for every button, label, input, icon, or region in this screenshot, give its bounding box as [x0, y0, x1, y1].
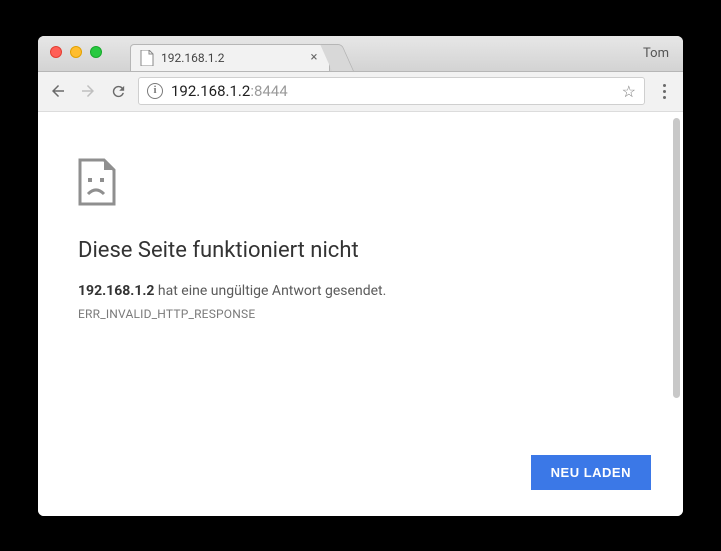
page-viewport: Diese Seite funktioniert nicht 192.168.1… — [38, 112, 683, 516]
minimize-window-button[interactable] — [70, 46, 82, 58]
window-controls — [50, 46, 102, 58]
zoom-window-button[interactable] — [90, 46, 102, 58]
url-host: 192.168.1.2 — [171, 82, 250, 100]
tab-title: 192.168.1.2 — [161, 51, 301, 65]
forward-button — [78, 81, 98, 101]
close-window-button[interactable] — [50, 46, 62, 58]
tab-strip: 192.168.1.2 × — [130, 36, 348, 71]
error-message: 192.168.1.2 hat eine ungültige Antwort g… — [78, 283, 643, 299]
error-code: ERR_INVALID_HTTP_RESPONSE — [78, 307, 643, 321]
site-info-icon[interactable]: i — [147, 83, 163, 99]
back-button[interactable] — [48, 81, 68, 101]
reload-button[interactable] — [108, 81, 128, 101]
titlebar: Tom 192.168.1.2 × — [38, 36, 683, 72]
close-tab-icon[interactable]: × — [307, 51, 321, 65]
address-bar[interactable]: i 192.168.1.2:8444 ☆ — [138, 77, 645, 105]
url-text: 192.168.1.2:8444 — [171, 82, 614, 100]
chrome-menu-icon[interactable] — [655, 81, 673, 101]
url-port: :8444 — [250, 82, 287, 100]
error-page: Diese Seite funktioniert nicht 192.168.1… — [38, 112, 683, 321]
vertical-scrollbar[interactable] — [673, 118, 680, 398]
browser-window: Tom 192.168.1.2 × — [38, 36, 683, 516]
profile-name[interactable]: Tom — [643, 46, 669, 61]
sad-document-icon — [78, 158, 643, 210]
error-title: Diese Seite funktioniert nicht — [78, 238, 643, 263]
bookmark-star-icon[interactable]: ☆ — [622, 82, 636, 101]
page-icon — [139, 50, 155, 66]
error-message-rest: hat eine ungültige Antwort gesendet. — [154, 283, 386, 299]
reload-page-button[interactable]: NEU LADEN — [531, 455, 651, 490]
error-host: 192.168.1.2 — [78, 283, 154, 299]
toolbar: i 192.168.1.2:8444 ☆ — [38, 72, 683, 112]
browser-tab[interactable]: 192.168.1.2 × — [130, 44, 330, 71]
